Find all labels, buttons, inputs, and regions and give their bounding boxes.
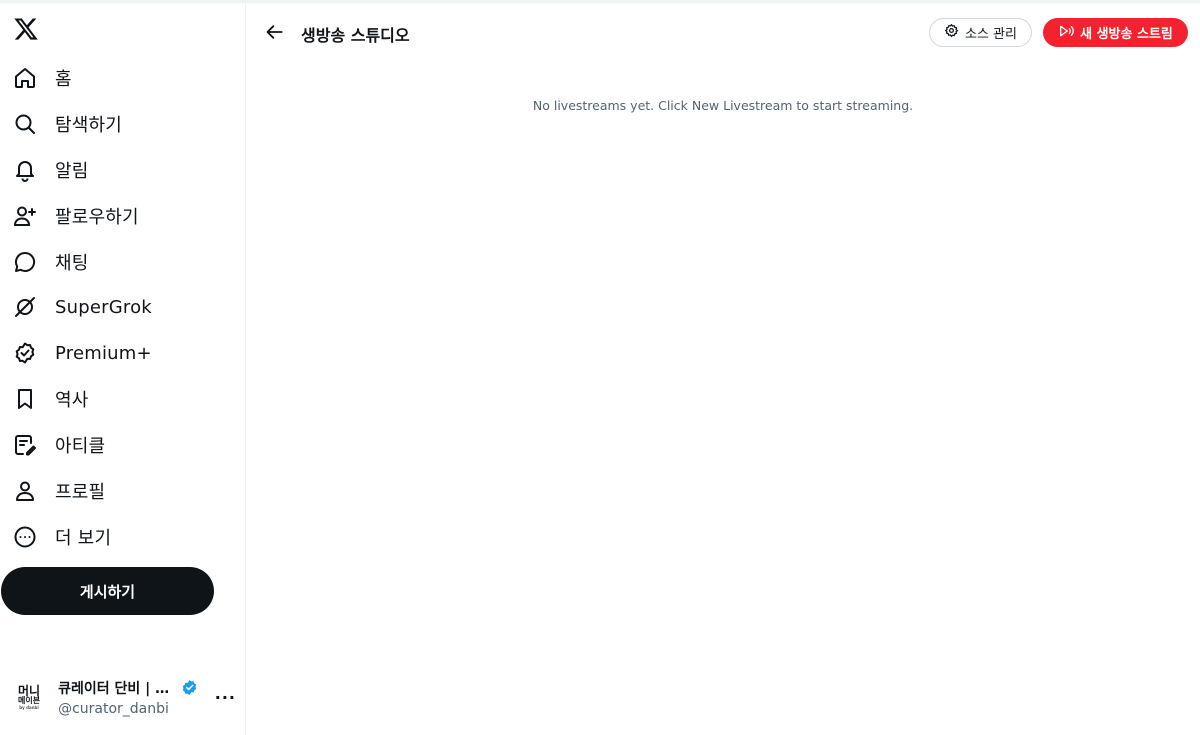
nav-item-articles[interactable]: 아티클 — [0, 422, 246, 468]
nav-item-profile[interactable]: 프로필 — [0, 468, 246, 514]
nav-item-label: 아티클 — [55, 436, 106, 458]
manage-sources-label: 소스 관리 — [965, 27, 1017, 42]
post-button[interactable]: 게시하기 — [1, 567, 214, 615]
nav-item-label: 홈 — [55, 68, 72, 90]
person-icon — [12, 478, 38, 504]
primary-nav: 홈 탐색하기 알림 팔로우하기 채팅 SuperGrok Premium+ 역사… — [0, 55, 246, 560]
nav-item-label: SuperGrok — [55, 296, 152, 318]
nav-item-label: 프로필 — [55, 481, 106, 503]
verified-badge-icon — [12, 340, 38, 366]
manage-sources-button[interactable]: 소스 관리 — [929, 18, 1032, 47]
grok-icon — [12, 294, 38, 320]
sidebar: 홈 탐색하기 알림 팔로우하기 채팅 SuperGrok Premium+ 역사… — [0, 3, 246, 735]
more-horizontal-icon[interactable]: ··· — [215, 688, 236, 707]
avatar-text-line1: 머니 — [17, 683, 41, 698]
app-window: 홈 탐색하기 알림 팔로우하기 채팅 SuperGrok Premium+ 역사… — [0, 0, 1200, 735]
gear-icon — [944, 23, 959, 42]
more-circle-icon — [12, 524, 38, 550]
account-handle: @curator_danbi — [58, 700, 169, 717]
nav-item-premium[interactable]: Premium+ — [0, 330, 246, 376]
avatar: 머니 메이븐 by danbi — [10, 677, 49, 717]
account-text: 큐레이터 단비 | 3만... @curator_danbi — [58, 678, 201, 717]
avatar-text-line3: by danbi — [19, 704, 39, 710]
article-icon — [12, 432, 38, 458]
new-livestream-label: 새 생방송 스트림 — [1080, 27, 1173, 42]
search-icon — [12, 111, 38, 137]
bookmark-icon — [12, 386, 38, 412]
nav-item-history[interactable]: 역사 — [0, 376, 246, 422]
arrow-left-icon — [266, 25, 283, 39]
nav-item-notifications[interactable]: 알림 — [0, 147, 246, 193]
new-livestream-button[interactable]: 새 생방송 스트림 — [1043, 18, 1188, 47]
page-header: 생방송 스튜디오 소스 관리 새 생방송 스트림 — [246, 3, 1200, 61]
nav-item-follow[interactable]: 팔로우하기 — [0, 193, 246, 239]
home-icon — [12, 65, 38, 91]
broadcast-icon — [1058, 23, 1074, 43]
avatar-text-line2: 메이븐 — [17, 695, 41, 705]
account-name: 큐레이터 단비 | 3만... — [58, 680, 178, 697]
x-logo-icon[interactable] — [12, 15, 40, 43]
page-title: 생방송 스튜디오 — [301, 26, 410, 45]
verified-icon — [181, 679, 198, 696]
empty-state-message: No livestreams yet. Click New Livestream… — [532, 98, 914, 113]
person-add-icon — [12, 203, 38, 229]
nav-item-label: 탐색하기 — [55, 114, 123, 136]
nav-item-label: 채팅 — [55, 252, 89, 274]
chat-bubble-icon — [12, 249, 38, 275]
bell-icon — [12, 157, 38, 183]
nav-item-more[interactable]: 더 보기 — [0, 514, 246, 560]
nav-item-explore[interactable]: 탐색하기 — [0, 101, 246, 147]
nav-item-label: Premium+ — [55, 342, 152, 364]
nav-item-label: 알림 — [55, 160, 89, 182]
nav-item-home[interactable]: 홈 — [0, 55, 246, 101]
nav-item-label: 더 보기 — [55, 527, 112, 549]
back-button[interactable] — [262, 19, 288, 45]
nav-item-chat[interactable]: 채팅 — [0, 239, 246, 285]
nav-item-label: 역사 — [55, 390, 89, 412]
main-content: 생방송 스튜디오 소스 관리 새 생방송 스트림 No livestreams … — [246, 3, 1200, 735]
account-switcher[interactable]: 머니 메이븐 by danbi 큐레이터 단비 | 3만... @curator… — [10, 671, 236, 723]
account-name-row: 큐레이터 단비 | 3만... — [58, 678, 201, 698]
nav-item-supergrok[interactable]: SuperGrok — [0, 284, 246, 330]
nav-item-label: 팔로우하기 — [55, 206, 139, 228]
